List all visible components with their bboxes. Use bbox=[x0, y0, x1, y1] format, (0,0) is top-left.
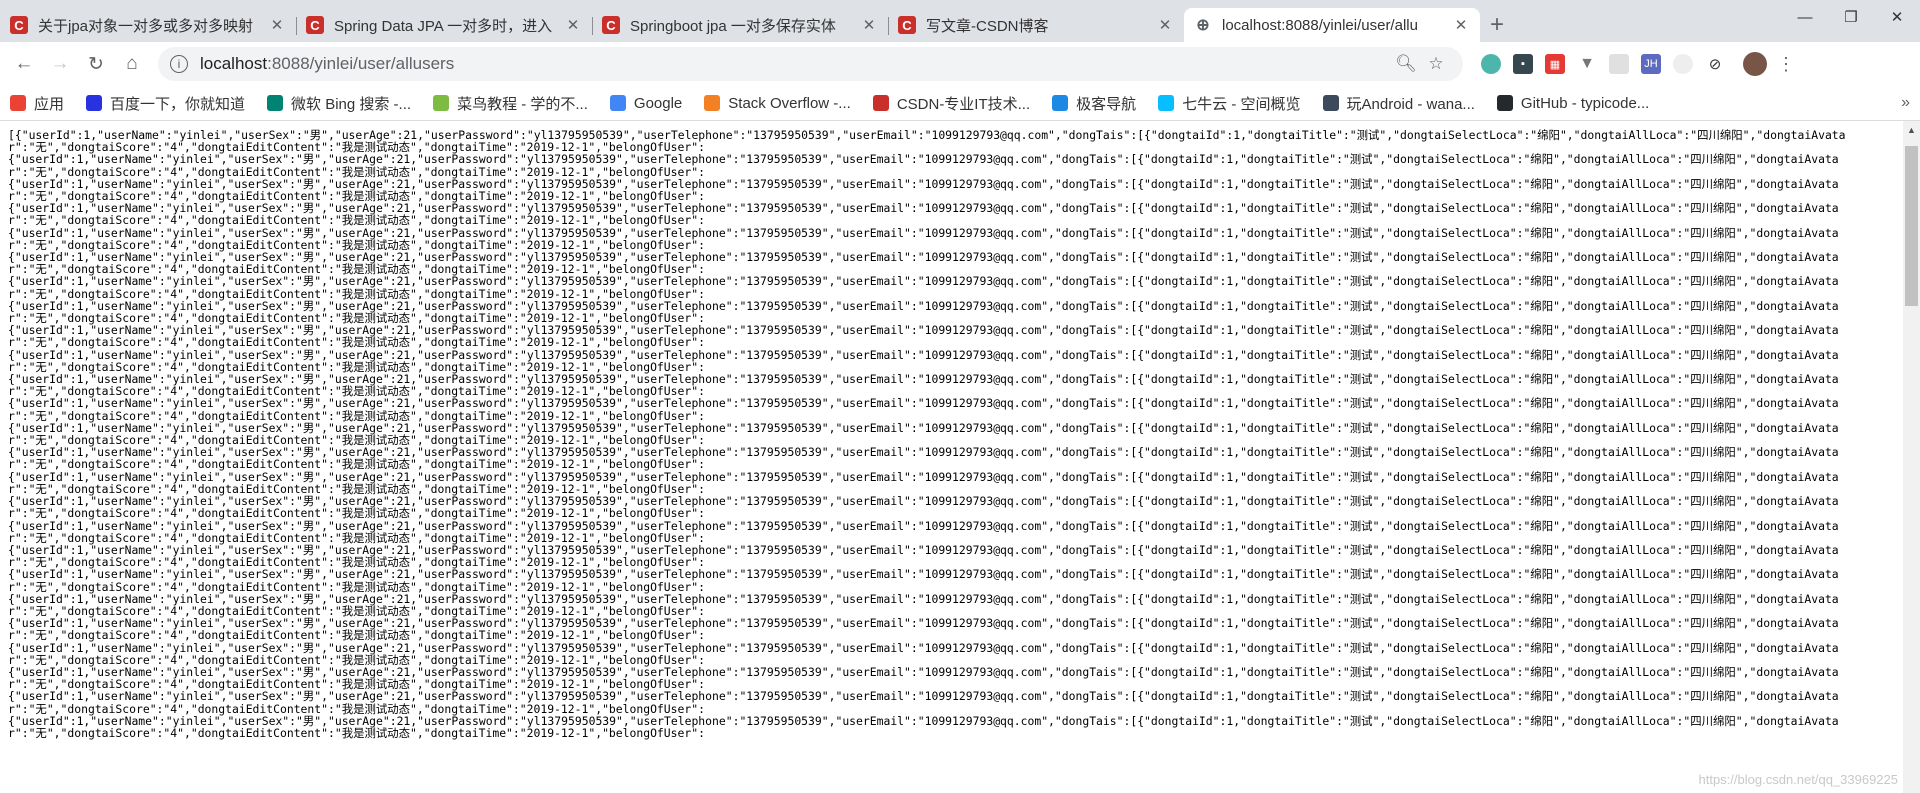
bookmark-item[interactable]: CSDN-专业IT技术... bbox=[872, 93, 1031, 114]
bookmark-item[interactable]: 微软 Bing 搜索 -... bbox=[267, 93, 411, 114]
minimize-button[interactable]: — bbox=[1782, 0, 1828, 34]
close-tab-icon[interactable]: ✕ bbox=[564, 16, 582, 34]
tab-title: 关于jpa对象一对多或多对多映射 bbox=[38, 17, 254, 35]
bookmark-label: Stack Overflow -... bbox=[728, 94, 851, 112]
bookmark-item[interactable]: 应用 bbox=[10, 93, 64, 114]
close-tab-icon[interactable]: ✕ bbox=[268, 16, 286, 34]
tab-4[interactable]: C 写文章-CSDN博客 ✕ bbox=[888, 8, 1184, 42]
bookmark-label: 七牛云 - 空间概览 bbox=[1182, 95, 1301, 113]
bookmark-label: CSDN-专业IT技术... bbox=[896, 95, 1031, 113]
globe-icon: ⊕ bbox=[1196, 17, 1210, 34]
tab-1[interactable]: C 关于jpa对象一对多或多对多映射 ✕ bbox=[0, 8, 296, 42]
page-content: [{"userId":1,"userName":"yinlei","userSe… bbox=[0, 121, 1920, 793]
bookmarks-bar: 应用 百度一下，你就知道 微软 Bing 搜索 -... 菜鸟教程 - 学的不... G… bbox=[0, 86, 1920, 121]
bookmark-favicon-icon bbox=[872, 95, 889, 111]
tab-title: localhost:8088/yinlei/user/allu bbox=[1222, 16, 1418, 34]
reload-button[interactable]: ↻ bbox=[78, 46, 114, 82]
bookmark-label: 玩Android - wana... bbox=[1346, 95, 1475, 113]
csdn-favicon-icon: C bbox=[898, 16, 916, 34]
bookmark-label: 菜鸟教程 - 学的不... bbox=[457, 95, 588, 113]
profile-avatar[interactable] bbox=[1743, 52, 1767, 76]
tab-title: 写文章-CSDN博客 bbox=[926, 17, 1049, 35]
window-controls: — ❐ ✕ bbox=[1782, 0, 1920, 34]
extension-icon-5[interactable] bbox=[1609, 54, 1629, 74]
bookmark-item[interactable]: Stack Overflow -... bbox=[704, 95, 851, 112]
close-tab-icon[interactable]: ✕ bbox=[1452, 16, 1470, 34]
address-bar[interactable]: i localhost:8088/yinlei/user/allusers 🔍︎… bbox=[158, 47, 1463, 81]
bookmark-item[interactable]: GitHub - typicode... bbox=[1496, 94, 1650, 112]
extension-icon-7[interactable] bbox=[1673, 54, 1693, 74]
bookmark-favicon-icon bbox=[1322, 95, 1339, 111]
bookmarks-overflow-button[interactable]: » bbox=[1901, 94, 1910, 112]
tab-2[interactable]: C Spring Data JPA 一对多时，进入 ✕ bbox=[296, 8, 592, 42]
vertical-scrollbar[interactable]: ▲ bbox=[1903, 121, 1920, 793]
bookmark-favicon-icon bbox=[267, 95, 284, 111]
bookmark-favicon-icon bbox=[1158, 95, 1175, 111]
csdn-favicon-icon: C bbox=[306, 16, 324, 34]
bookmark-label: 微软 Bing 搜索 -... bbox=[291, 95, 412, 113]
extension-icon-2[interactable]: ▪ bbox=[1513, 54, 1533, 74]
bookmark-favicon-icon bbox=[1052, 95, 1069, 111]
extension-icon-1[interactable] bbox=[1481, 54, 1501, 74]
tab-strip: C 关于jpa对象一对多或多对多映射 ✕ C Spring Data JPA 一对多时，… bbox=[0, 0, 1920, 42]
bookmark-item[interactable]: 七牛云 - 空间概览 bbox=[1158, 93, 1301, 114]
home-button[interactable]: ⌂ bbox=[114, 46, 150, 82]
info-icon[interactable]: i bbox=[170, 55, 188, 73]
new-tab-button[interactable]: + bbox=[1480, 8, 1514, 42]
bookmark-favicon-icon bbox=[433, 95, 450, 111]
bookmark-label: 应用 bbox=[34, 95, 65, 113]
bookmark-item[interactable]: 玩Android - wana... bbox=[1322, 93, 1475, 114]
bookmark-favicon-icon bbox=[609, 95, 626, 111]
url-text[interactable]: localhost:8088/yinlei/user/allusers bbox=[200, 54, 1391, 74]
tab-3[interactable]: C Springboot jpa 一对多保存实体 ✕ bbox=[592, 8, 888, 42]
bookmark-favicon-icon bbox=[10, 95, 26, 111]
csdn-favicon-icon: C bbox=[602, 16, 620, 34]
tab-5[interactable]: ⊕ localhost:8088/yinlei/user/allu ✕ bbox=[1184, 8, 1480, 42]
forward-button[interactable]: → bbox=[42, 46, 78, 82]
close-tab-icon[interactable]: ✕ bbox=[860, 16, 878, 34]
bookmark-label: Google bbox=[633, 94, 683, 112]
tab-title: Springboot jpa 一对多保存实体 bbox=[630, 17, 836, 35]
maximize-button[interactable]: ❐ bbox=[1828, 0, 1874, 34]
scroll-up-icon[interactable]: ▲ bbox=[1903, 121, 1920, 138]
tab-title: Spring Data JPA 一对多时，进入 bbox=[334, 17, 553, 35]
watermark: https://blog.csdn.net/qq_33969225 bbox=[1698, 772, 1899, 787]
scrollbar-thumb[interactable] bbox=[1905, 146, 1918, 306]
bookmark-item[interactable]: 极客导航 bbox=[1052, 93, 1136, 114]
bookmark-favicon-icon bbox=[1496, 95, 1513, 111]
csdn-favicon-icon: C bbox=[10, 16, 28, 34]
extension-icon-3[interactable]: ▦ bbox=[1545, 54, 1565, 74]
bookmark-label: 极客导航 bbox=[1076, 95, 1137, 113]
bookmark-label: GitHub - typicode... bbox=[1520, 94, 1650, 112]
bookmark-star-icon[interactable]: ☆ bbox=[1421, 54, 1451, 74]
extension-icon-4[interactable]: ▼ bbox=[1577, 54, 1597, 74]
zoom-search-icon[interactable]: 🔍︎ bbox=[1391, 54, 1421, 74]
bookmark-label: 百度一下，你就知道 bbox=[110, 95, 246, 113]
bookmark-favicon-icon bbox=[704, 95, 721, 111]
close-tab-icon[interactable]: ✕ bbox=[1156, 16, 1174, 34]
close-window-button[interactable]: ✕ bbox=[1874, 0, 1920, 34]
bookmark-item[interactable]: 菜鸟教程 - 学的不... bbox=[433, 93, 588, 114]
bookmark-favicon-icon bbox=[86, 95, 103, 111]
back-button[interactable]: ← bbox=[6, 46, 42, 82]
bookmark-item[interactable]: 百度一下，你就知道 bbox=[86, 93, 245, 114]
extension-icon-6[interactable]: JH bbox=[1641, 54, 1661, 74]
extension-icon-8[interactable]: ⊘ bbox=[1705, 54, 1725, 74]
menu-icon[interactable]: ⋮ bbox=[1777, 54, 1795, 74]
browser-toolbar: ← → ↻ ⌂ i localhost:8088/yinlei/user/all… bbox=[0, 42, 1920, 86]
extensions-area: ▪ ▦ ▼ JH ⊘ ⋮ bbox=[1475, 52, 1799, 76]
bookmark-item[interactable]: Google bbox=[609, 94, 683, 112]
json-response-body: [{"userId":1,"userName":"yinlei","userSe… bbox=[8, 128, 1846, 740]
